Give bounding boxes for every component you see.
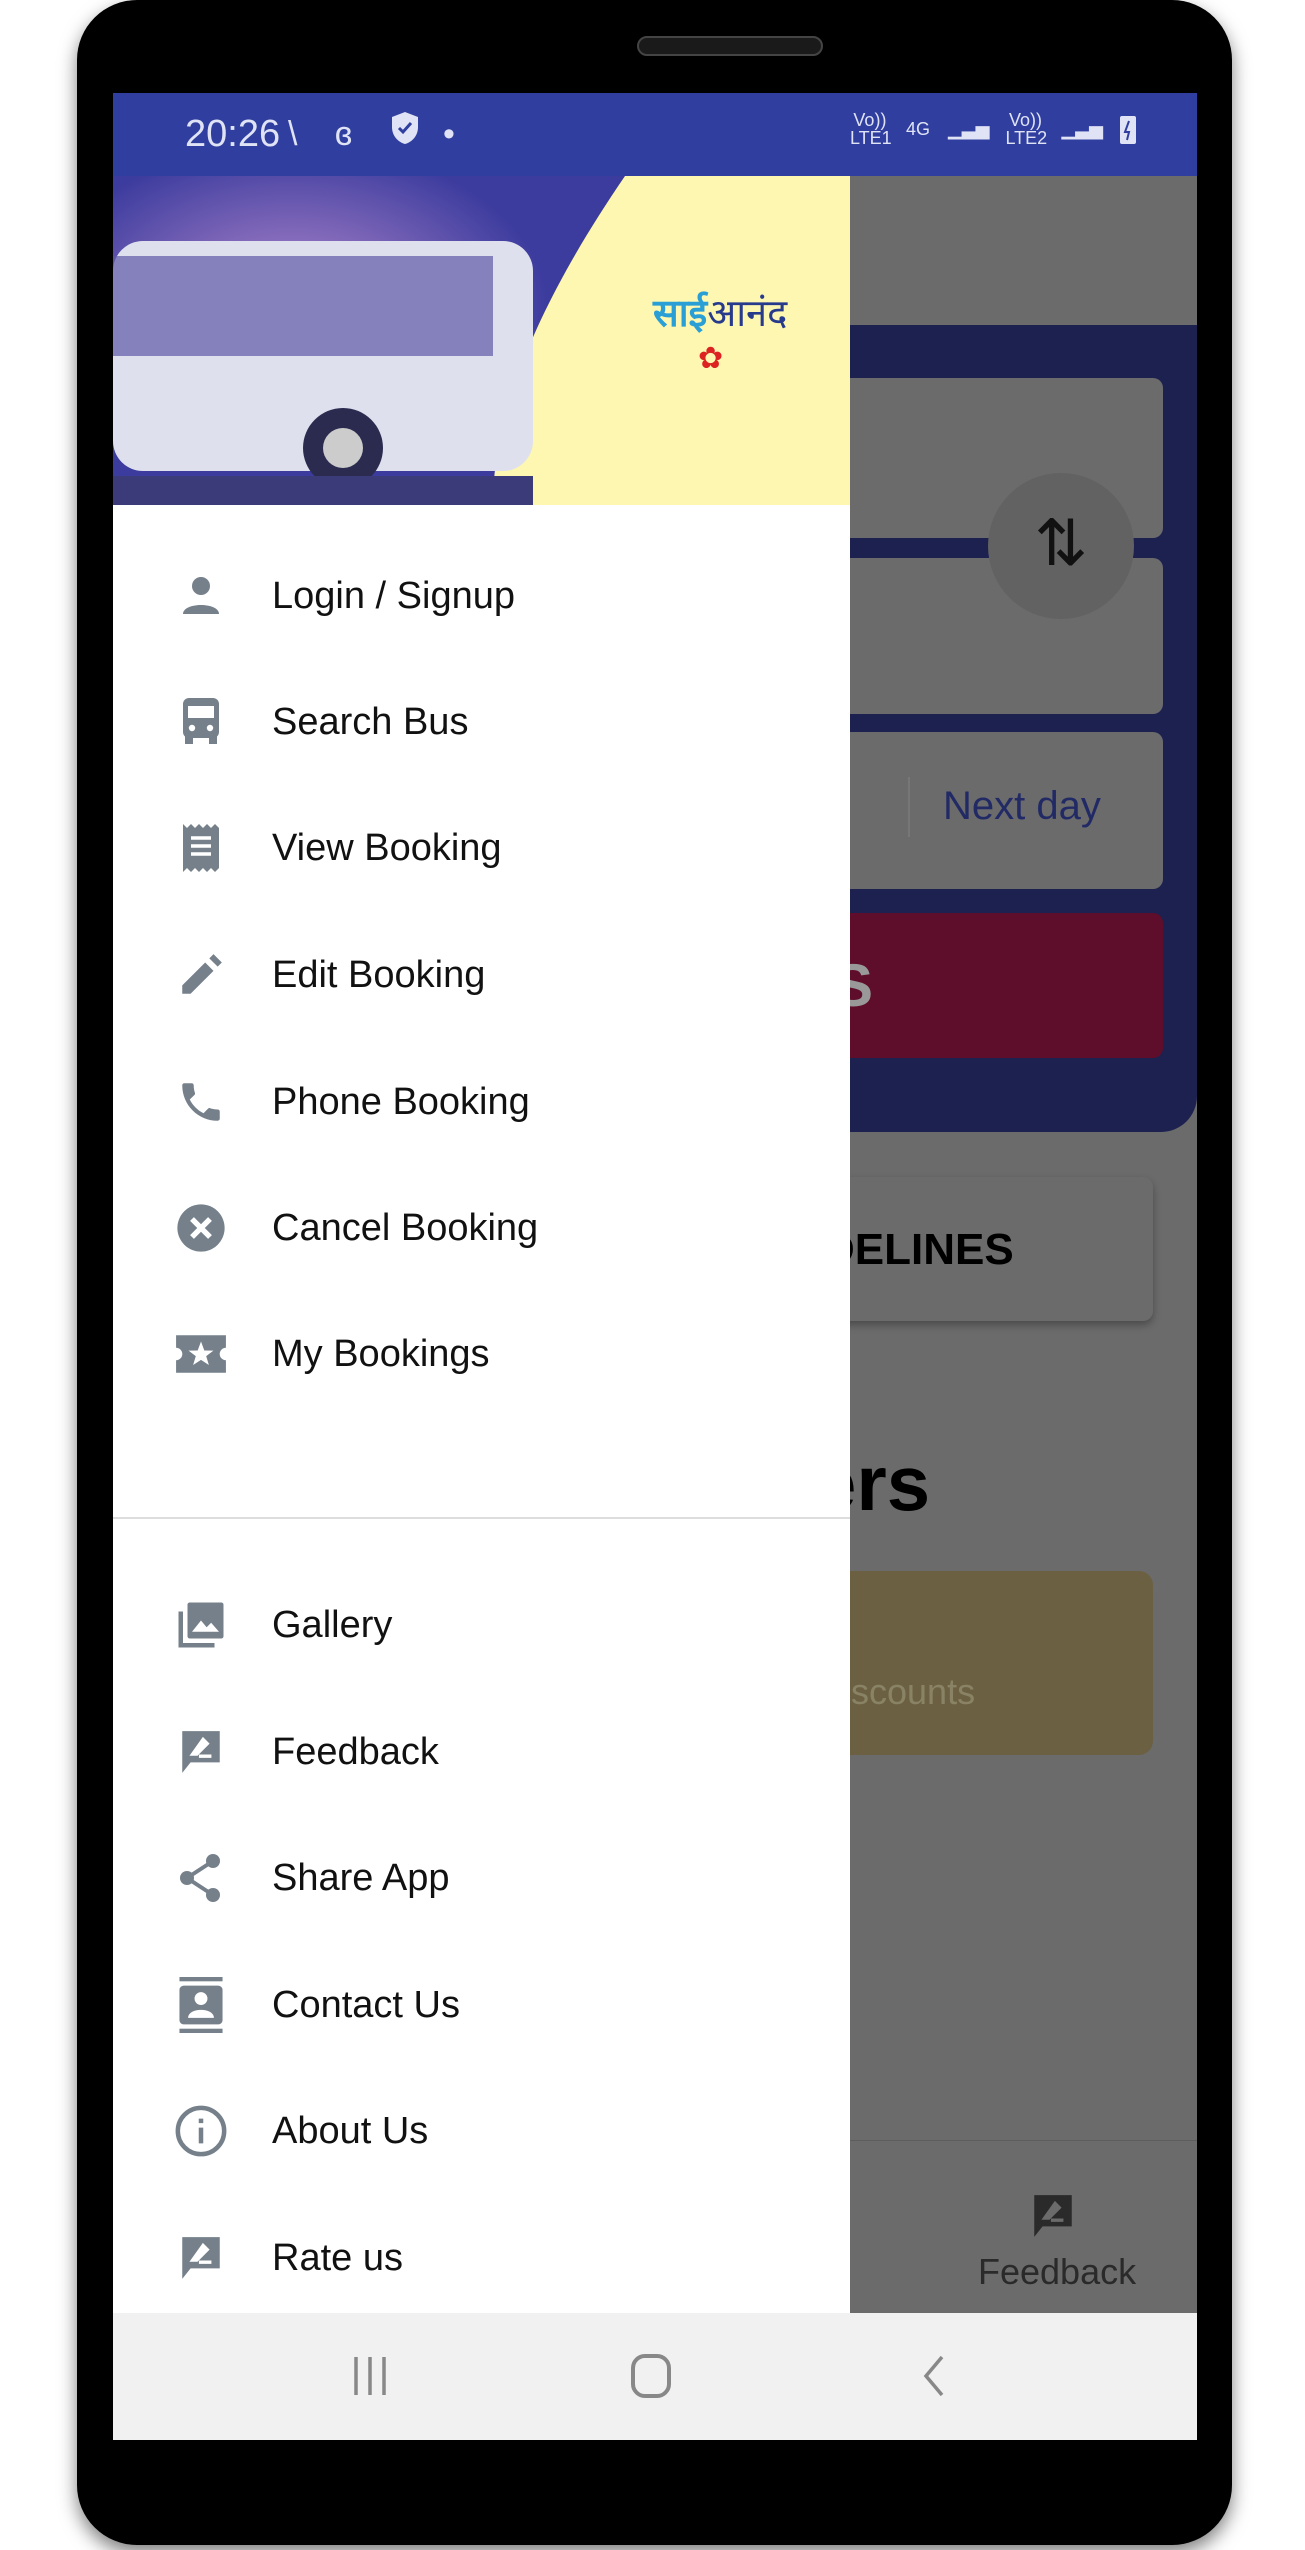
menu-search-bus[interactable]: Search Bus — [113, 667, 850, 777]
menu-my-bookings[interactable]: My Bookings — [113, 1299, 850, 1409]
info-icon — [173, 2103, 229, 2159]
rate-icon — [173, 2230, 229, 2286]
feedback-icon — [173, 1724, 229, 1780]
person-icon — [173, 568, 229, 624]
menu-login-signup[interactable]: Login / Signup — [113, 541, 850, 651]
shield-check-icon — [391, 112, 418, 144]
bottom-nav-feedback[interactable] — [1003, 2191, 1103, 2246]
ticket-star-icon — [173, 1326, 229, 1382]
signal-icon: ▁▃▅ — [947, 119, 990, 139]
menu-share-app[interactable]: Share App — [113, 1823, 850, 1933]
recent-apps-button[interactable] — [350, 2353, 390, 2399]
status-bar: 20:26 \ ɞ • Vo)) LTE1 4G ▁▃▅ Vo)) LTE2 ▁… — [113, 93, 1197, 176]
cancel-icon — [173, 1200, 229, 1256]
menu-gallery[interactable]: Gallery — [113, 1570, 850, 1680]
navigation-drawer: साईआनंद ✿ Login / Signup Search Bus View… — [113, 176, 850, 2313]
gallery-icon — [173, 1597, 229, 1653]
phone-icon — [173, 1074, 229, 1130]
menu-divider — [113, 1517, 850, 1519]
speaker-grille — [637, 36, 823, 56]
menu-phone-booking[interactable]: Phone Booking — [113, 1047, 850, 1157]
menu-about-us[interactable]: About Us — [113, 2076, 850, 2186]
home-button[interactable] — [630, 2353, 674, 2399]
menu-contact-us[interactable]: Contact Us — [113, 1950, 850, 2060]
menu-view-booking[interactable]: View Booking — [113, 793, 850, 903]
drawer-header: साईआनंद ✿ — [113, 176, 850, 505]
signal-area: Vo)) LTE1 4G ▁▃▅ Vo)) LTE2 ▁▃▅ — [850, 111, 1137, 147]
feedback-icon — [1034, 2195, 1072, 2237]
flower-logo-mark: ✿ — [698, 342, 724, 375]
menu-feedback[interactable]: Feedback — [113, 1697, 850, 1807]
bus-icon — [173, 694, 229, 750]
screen: 20:26 \ ɞ • Vo)) LTE1 4G ▁▃▅ Vo)) LTE2 ▁… — [113, 93, 1197, 2440]
bus-banner-image — [113, 176, 625, 505]
system-navigation-bar — [113, 2313, 1197, 2440]
battery-charging-icon — [1120, 116, 1136, 144]
next-day-button[interactable]: Next day — [943, 784, 1101, 829]
receipt-icon — [173, 820, 229, 876]
share-icon — [173, 1850, 229, 1906]
menu-edit-booking[interactable]: Edit Booking — [113, 920, 850, 1030]
swap-button[interactable]: ⇅ — [988, 473, 1134, 619]
notification-icons: \ ɞ • — [288, 111, 469, 154]
menu-rate-us[interactable]: Rate us — [113, 2203, 850, 2313]
sai-anand-logo: साईआनंद — [653, 293, 788, 335]
back-button[interactable] — [918, 2353, 948, 2399]
contact-icon — [173, 1977, 229, 2033]
menu-cancel-booking[interactable]: Cancel Booking — [113, 1173, 850, 1283]
pencil-icon — [173, 947, 229, 1003]
signal-icon: ▁▃▅ — [1061, 119, 1103, 139]
status-time: 20:26 — [185, 113, 281, 155]
